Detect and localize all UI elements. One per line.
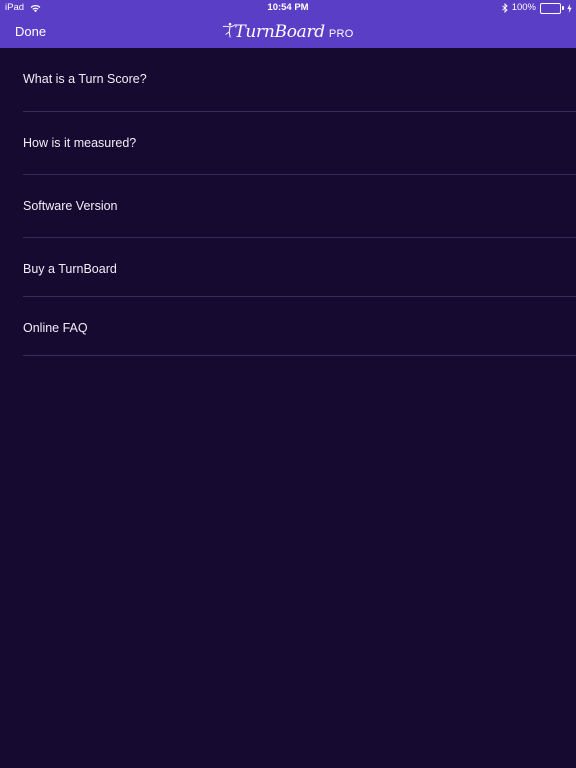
menu-item-turn-score[interactable]: What is a Turn Score? [0,48,576,112]
nav-bar: Done TurnBoard PRO [0,16,576,48]
menu-item-label: What is a Turn Score? [23,72,147,86]
menu-list: What is a Turn Score? How is it measured… [0,48,576,356]
status-right: 100% [501,0,572,16]
app-logo: TurnBoard PRO [0,16,576,48]
logo-wordmark: TurnBoard [234,22,325,42]
status-bar: iPad 10:54 PM 100% [0,0,576,16]
bluetooth-icon [501,3,508,13]
battery-percent: 100% [511,2,536,13]
battery-icon [540,2,564,14]
menu-item-buy-turnboard[interactable]: Buy a TurnBoard [0,238,576,297]
header-bar: iPad 10:54 PM 100% Done TurnBoard PRO [0,0,576,48]
logo-pro-badge: PRO [328,28,354,40]
menu-item-label: Buy a TurnBoard [23,262,117,276]
status-time: 10:54 PM [267,2,309,13]
menu-item-label: Software Version [23,199,118,213]
menu-item-how-measured[interactable]: How is it measured? [0,112,576,175]
menu-item-label: Online FAQ [23,321,88,335]
menu-item-online-faq[interactable]: Online FAQ [0,297,576,356]
menu-item-software-version[interactable]: Software Version [0,175,576,238]
charging-icon [567,3,572,13]
divider [23,355,576,356]
menu-item-label: How is it measured? [23,136,137,150]
